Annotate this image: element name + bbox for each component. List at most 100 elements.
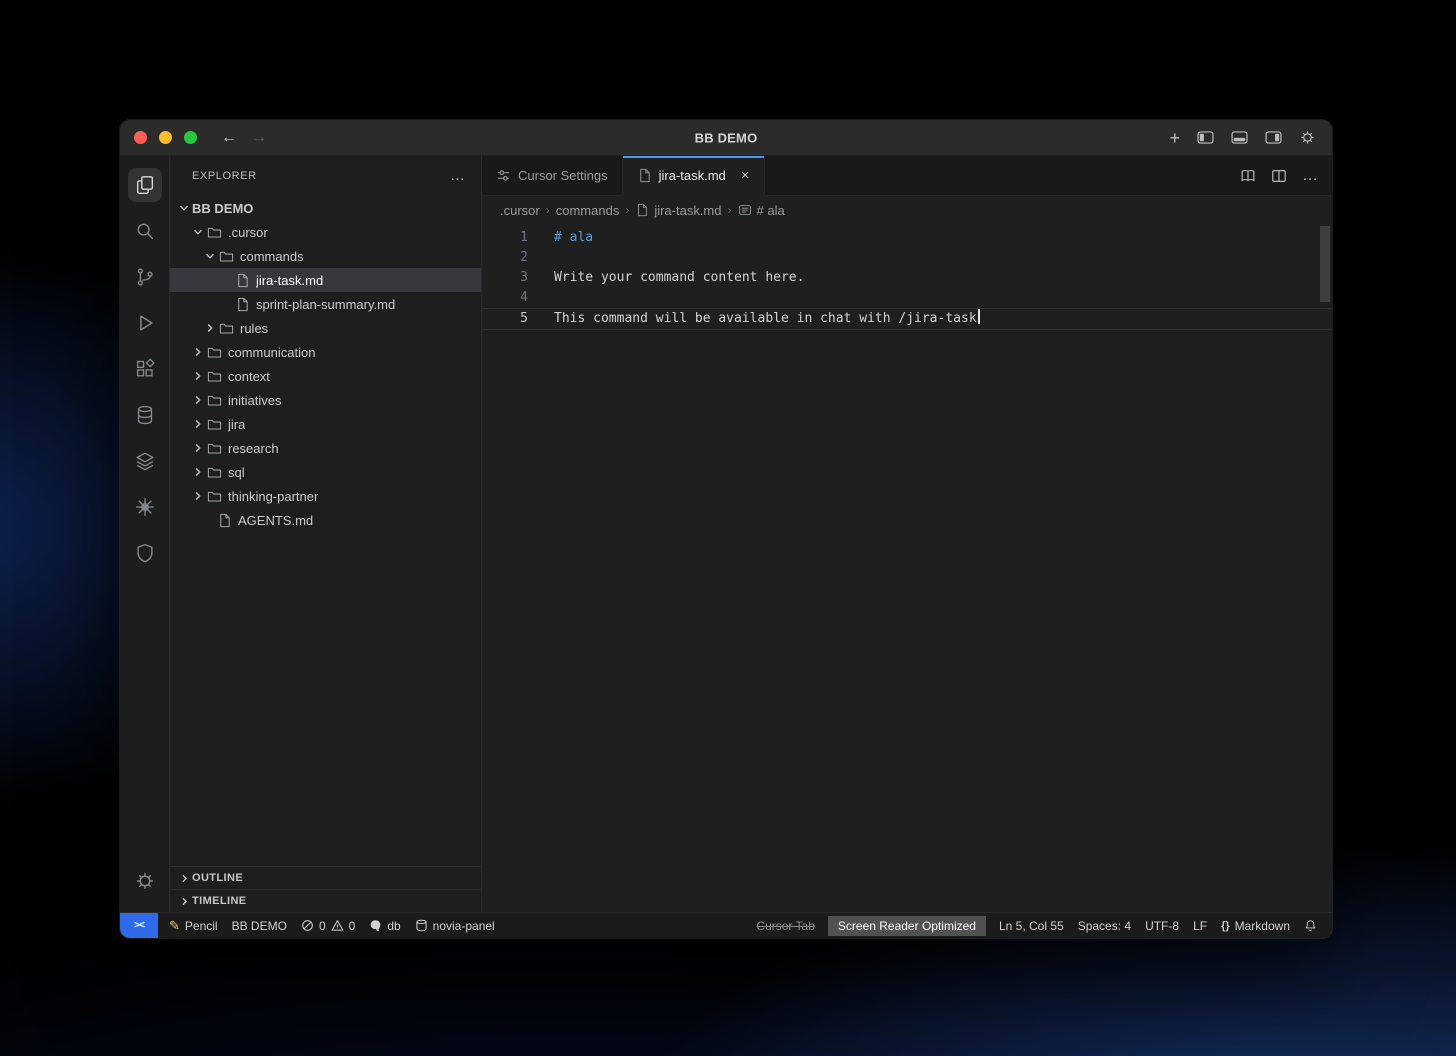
folder-icon xyxy=(206,441,222,456)
sidebar-header: EXPLORER … xyxy=(170,156,481,196)
zoom-window-button[interactable] xyxy=(184,131,197,144)
tree-item-commands[interactable]: commands xyxy=(170,244,481,268)
file-icon xyxy=(637,168,652,183)
tree-item-agents-md[interactable]: AGENTS.md xyxy=(170,508,481,532)
tree-item-label: .cursor xyxy=(228,225,268,240)
tab-cursor-settings[interactable]: Cursor Settings xyxy=(482,156,623,195)
settings-gear-icon[interactable] xyxy=(120,858,169,904)
notifications-status-item[interactable] xyxy=(1297,919,1324,932)
encoding-status-item[interactable]: UTF-8 xyxy=(1138,919,1186,933)
status-right: Cursor Tab Screen Reader Optimized Ln 5,… xyxy=(749,916,1332,936)
indentation-status-item[interactable]: Spaces: 4 xyxy=(1071,919,1138,933)
database-icon[interactable] xyxy=(120,392,169,438)
symbol-icon xyxy=(738,203,752,217)
tree-item-initiatives[interactable]: initiatives xyxy=(170,388,481,412)
toggle-panel-icon[interactable] xyxy=(1231,131,1248,144)
explorer-sidebar: EXPLORER … BB DEMO .cursor commands jira… xyxy=(170,156,482,912)
tree-item-label: commands xyxy=(240,249,304,264)
tab-label: jira-task.md xyxy=(659,168,726,183)
tree-item-rules[interactable]: rules xyxy=(170,316,481,340)
eol-status-item[interactable]: LF xyxy=(1186,919,1214,933)
spark-icon[interactable] xyxy=(120,484,169,530)
tab-jira-task[interactable]: jira-task.md × xyxy=(623,156,765,196)
scrollbar-thumb[interactable] xyxy=(1320,226,1330,302)
titlebar-actions: + xyxy=(1169,129,1332,147)
run-debug-icon[interactable] xyxy=(120,300,169,346)
novia-panel-status-item[interactable]: novia-panel xyxy=(408,919,502,933)
pencil-icon: ✎ xyxy=(169,919,180,932)
status-label: Cursor Tab xyxy=(756,919,814,933)
tree-item-label: sql xyxy=(228,465,245,480)
editor-line[interactable]: 3 Write your command content here. xyxy=(482,268,1332,288)
tree-item-thinking-partner[interactable]: thinking-partner xyxy=(170,484,481,508)
editor-line[interactable]: 1 # ala xyxy=(482,228,1332,248)
editor-line-current[interactable]: 5 This command will be available in chat… xyxy=(482,308,1332,330)
extensions-icon[interactable] xyxy=(120,346,169,392)
app-window: ← → BB DEMO + xyxy=(120,120,1332,938)
search-icon[interactable] xyxy=(120,208,169,254)
tree-item-label: thinking-partner xyxy=(228,489,318,504)
breadcrumb-item[interactable]: .cursor xyxy=(500,203,540,218)
tree-item-cursor[interactable]: .cursor xyxy=(170,220,481,244)
toggle-sidebar-icon[interactable] xyxy=(1197,131,1214,144)
tree-item-research[interactable]: research xyxy=(170,436,481,460)
breadcrumb-label: .cursor xyxy=(500,203,540,218)
titlebar: ← → BB DEMO + xyxy=(120,120,1332,156)
outline-panel-header[interactable]: OUTLINE xyxy=(170,866,481,889)
chevron-right-icon xyxy=(190,393,206,407)
tree-item-jira-task[interactable]: jira-task.md xyxy=(170,268,481,292)
breadcrumb-item[interactable]: commands xyxy=(556,203,620,218)
status-label: UTF-8 xyxy=(1145,919,1179,933)
folder-icon xyxy=(206,465,222,480)
code-text: # ala xyxy=(554,228,593,248)
tree-item-sql[interactable]: sql xyxy=(170,460,481,484)
breadcrumb-item[interactable]: # ala xyxy=(738,203,785,218)
source-control-icon[interactable] xyxy=(120,254,169,300)
cursor-tab-status-item[interactable]: Cursor Tab xyxy=(749,919,821,933)
split-editor-icon[interactable] xyxy=(1271,168,1287,184)
line-col-status-item[interactable]: Ln 5, Col 55 xyxy=(992,919,1071,933)
chevron-right-icon xyxy=(202,321,218,335)
tree-item-context[interactable]: context xyxy=(170,364,481,388)
file-icon xyxy=(234,297,250,312)
tree-item-communication[interactable]: communication xyxy=(170,340,481,364)
settings-gear-icon[interactable] xyxy=(1299,129,1316,146)
breadcrumb-item[interactable]: jira-task.md xyxy=(635,203,721,218)
tree-item-jira[interactable]: jira xyxy=(170,412,481,436)
back-icon[interactable]: ← xyxy=(221,130,237,146)
toggle-secondary-sidebar-icon[interactable] xyxy=(1265,131,1282,144)
screen-reader-status-item[interactable]: Screen Reader Optimized xyxy=(828,916,986,936)
pencil-status-item[interactable]: ✎ Pencil xyxy=(162,919,225,933)
tree-item-label: context xyxy=(228,369,270,384)
workspace-status-item[interactable]: BB DEMO xyxy=(225,919,294,933)
close-tab-icon[interactable]: × xyxy=(741,167,750,184)
language-mode-status-item[interactable]: {} Markdown xyxy=(1214,919,1297,933)
editor-line[interactable]: 2 xyxy=(482,248,1332,268)
chevron-down-icon xyxy=(190,225,206,239)
folder-icon xyxy=(206,369,222,384)
code-editor[interactable]: 1 # ala 2 3 Write your command content h… xyxy=(482,224,1332,912)
tree-root-bb-demo[interactable]: BB DEMO xyxy=(170,196,481,220)
folder-icon xyxy=(206,345,222,360)
chevron-down-icon xyxy=(202,249,218,263)
error-icon xyxy=(301,919,314,932)
forward-icon[interactable]: → xyxy=(251,130,267,146)
layers-icon[interactable] xyxy=(120,438,169,484)
tree-item-sprint-plan-summary[interactable]: sprint-plan-summary.md xyxy=(170,292,481,316)
open-preview-icon[interactable] xyxy=(1240,168,1256,184)
minimize-window-button[interactable] xyxy=(159,131,172,144)
close-window-button[interactable] xyxy=(134,131,147,144)
db-status-item[interactable]: db xyxy=(362,919,407,933)
explorer-icon[interactable] xyxy=(120,162,169,208)
panel-title: TIMELINE xyxy=(192,895,247,907)
problems-status-item[interactable]: 0 0 xyxy=(294,919,362,933)
folder-icon xyxy=(218,249,234,264)
tree-item-label: jira-task.md xyxy=(256,273,323,288)
new-tab-icon[interactable]: + xyxy=(1169,129,1180,147)
shield-icon[interactable] xyxy=(120,530,169,576)
braces-icon: {} xyxy=(1221,920,1230,932)
timeline-panel-header[interactable]: TIMELINE xyxy=(170,889,481,912)
editor-line[interactable]: 4 xyxy=(482,288,1332,308)
remote-indicator[interactable]: >< xyxy=(120,913,158,938)
status-left: ✎ Pencil BB DEMO 0 0 db novia-panel xyxy=(162,919,502,933)
